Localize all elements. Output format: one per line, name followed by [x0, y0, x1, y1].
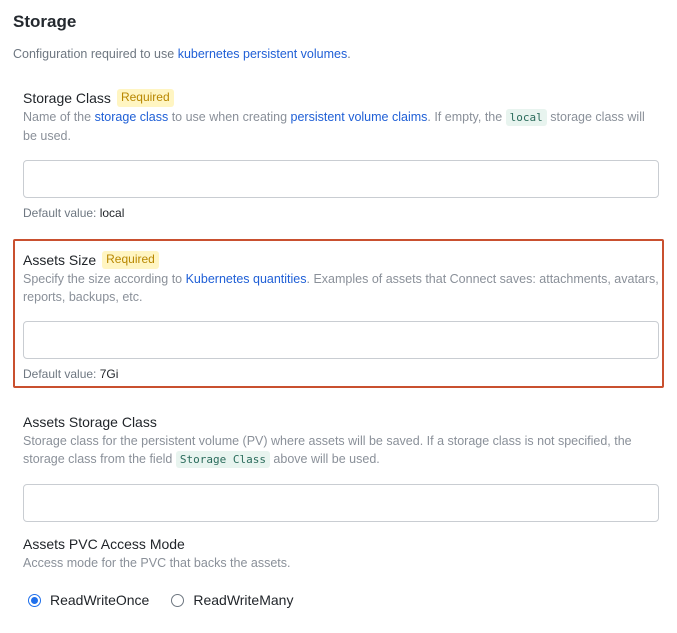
default-value-label: Default value: [23, 206, 100, 220]
section-description: Configuration required to use kubernetes… [13, 47, 351, 61]
storage-class-label: Storage Class [23, 90, 111, 106]
assets-storage-class-description: Storage class for the persistent volume … [23, 432, 659, 469]
assets-pvc-access-mode-description: Access mode for the PVC that backs the a… [23, 556, 291, 570]
storage-class-code: Storage Class [175, 451, 270, 468]
storage-class-desc-text: Name of the [23, 110, 95, 124]
storage-class-desc-text-2: to use when creating [168, 110, 291, 124]
assets-size-desc-text: Specify the size according to [23, 272, 186, 286]
default-value: 7Gi [99, 367, 119, 381]
assets-size-input[interactable] [23, 321, 659, 359]
assets-size-field: Assets Size Required Specify the size ac… [23, 250, 659, 381]
storage-class-description: Name of the storage class to use when cr… [23, 108, 659, 145]
storage-class-link[interactable]: storage class [95, 110, 169, 124]
storage-class-desc-text-3: . If empty, the [427, 110, 506, 124]
radio-readwritemany[interactable]: ReadWriteMany [171, 592, 293, 608]
assets-pvc-access-mode-label-row: Assets PVC Access Mode [23, 534, 659, 554]
storage-class-input[interactable] [23, 160, 659, 198]
storage-class-input-wrap [23, 160, 659, 198]
assets-size-label-row: Assets Size Required [23, 250, 659, 270]
assets-storage-class-input[interactable] [23, 484, 659, 522]
section-description-text: Configuration required to use [13, 47, 178, 61]
default-value: local [99, 206, 125, 220]
radio-readwriteonce-label: ReadWriteOnce [50, 592, 150, 608]
assets-pvc-access-mode-field: Assets PVC Access Mode Access mode for t… [23, 534, 659, 572]
access-mode-radio-group: ReadWriteOnce ReadWriteMany [28, 592, 315, 608]
section-title: Storage [13, 12, 77, 31]
assets-pvc-access-mode-label: Assets PVC Access Mode [23, 536, 185, 552]
assets-size-input-wrap [23, 321, 659, 359]
section-description-suffix: . [347, 47, 351, 61]
radio-readwriteonce[interactable]: ReadWriteOnce [28, 592, 149, 608]
persistent-volume-claims-link[interactable]: persistent volume claims [291, 110, 428, 124]
radio-checked-icon[interactable] [28, 593, 41, 607]
radio-readwritemany-label: ReadWriteMany [193, 592, 294, 608]
storage-class-label-row: Storage Class Required [23, 88, 659, 108]
assets-storage-class-input-wrap [23, 484, 659, 522]
assets-storage-class-label: Assets Storage Class [23, 414, 157, 430]
assets-size-description: Specify the size according to Kubernetes… [23, 270, 659, 306]
kubernetes-persistent-volumes-link[interactable]: kubernetes persistent volumes [178, 47, 348, 61]
kubernetes-quantities-link[interactable]: Kubernetes quantities [186, 272, 307, 286]
local-code: local [505, 109, 547, 126]
assets-size-label: Assets Size [23, 252, 97, 268]
assets-storage-class-label-row: Assets Storage Class [23, 412, 659, 432]
assets-size-default: Default value: 7Gi [23, 367, 659, 381]
radio-unchecked-icon[interactable] [171, 593, 185, 607]
assets-storage-class-field: Assets Storage Class Storage class for t… [23, 412, 659, 522]
storage-class-field: Storage Class Required Name of the stora… [23, 88, 659, 220]
required-badge: Required [102, 251, 159, 269]
required-badge: Required [116, 89, 174, 107]
default-value-label: Default value: [23, 367, 100, 381]
assets-storage-class-desc-text-2: above will be used. [269, 452, 380, 466]
storage-class-default: Default value: local [23, 206, 659, 220]
